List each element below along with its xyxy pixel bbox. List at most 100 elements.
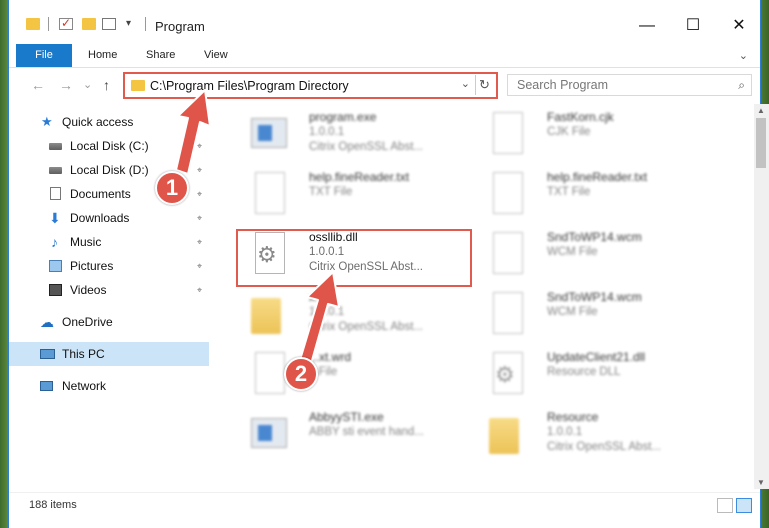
file-item[interactable]: ...xt.wrd ...File	[235, 346, 470, 404]
tab-home[interactable]: Home	[78, 44, 127, 67]
sidebar-item-onedrive[interactable]: ☁ OneDrive	[9, 310, 209, 334]
file-list: program.exe 1.0.0.1 Citrix OpenSSL Abst.…	[219, 104, 749, 489]
up-button[interactable]: ↑	[103, 77, 110, 93]
file-name: UpdateClient21.dll	[547, 350, 646, 364]
address-bar[interactable]: C:\Program Files\Program Directory ⌄ ↻	[123, 72, 498, 99]
new-folder-icon[interactable]	[82, 18, 96, 30]
sidebar-item-label: Pictures	[70, 259, 114, 273]
vertical-scrollbar[interactable]: ▲ ▼	[754, 104, 769, 489]
file-name: SndToWP14.wcm	[547, 230, 642, 244]
pin-icon: ⌖	[197, 141, 203, 151]
refresh-button[interactable]: ↻	[475, 75, 493, 95]
file-item[interactable]: SndToWP14.wcm WCM File	[473, 226, 708, 284]
folder-icon[interactable]	[26, 18, 40, 30]
file-name: SndToWP14.wcm	[547, 290, 642, 304]
status-bar: 188 items	[9, 492, 760, 520]
music-icon: ♪	[51, 234, 58, 250]
back-button[interactable]: ←	[31, 77, 45, 93]
sidebar-item-downloads[interactable]: ⬇ Downloads ⌖	[9, 206, 209, 230]
file-item[interactable]: Resource 1.0.0.1 Citrix OpenSSL Abst...	[473, 406, 708, 464]
separator	[48, 17, 49, 31]
sidebar-item-label: Music	[70, 235, 102, 249]
file-name: Resource	[547, 410, 599, 424]
file-description: Citrix OpenSSL Abst...	[547, 441, 661, 453]
tab-file[interactable]: File	[16, 44, 72, 67]
maximize-button[interactable]: ☐	[670, 12, 716, 40]
network-icon	[40, 381, 53, 391]
pin-icon: ⌖	[197, 237, 203, 247]
minimize-button[interactable]: —	[624, 12, 670, 40]
details-view-button[interactable]	[717, 498, 733, 513]
sidebar-item-this-pc[interactable]: This PC	[9, 342, 209, 366]
properties-icon[interactable]	[59, 16, 73, 30]
sidebar-item-videos[interactable]: Videos ⌖	[9, 278, 209, 302]
pin-icon: ⌖	[197, 285, 203, 295]
sidebar-item-label: Downloads	[70, 211, 130, 225]
dll-gear-icon: ⚙	[487, 352, 527, 398]
navigation-pane: ★ Quick access Local Disk (C:) ⌖ Local D…	[9, 104, 209, 489]
tab-view[interactable]: View	[194, 44, 238, 67]
sidebar-item-label: Local Disk (D:)	[70, 163, 149, 177]
file-item[interactable]: help.fineReader.txt TXT File	[473, 166, 708, 224]
file-type: TXT File	[547, 186, 591, 198]
file-type: CJK File	[547, 126, 591, 138]
application-icon	[249, 112, 289, 158]
sidebar-item-network[interactable]: Network	[9, 374, 209, 398]
sidebar-item-label: Network	[62, 379, 107, 393]
large-icons-view-button[interactable]	[736, 498, 752, 513]
tab-share[interactable]: Share	[136, 44, 185, 67]
pin-icon: ⌖	[197, 261, 203, 271]
file-name: program.exe	[309, 110, 377, 124]
scroll-down-icon[interactable]: ▼	[757, 478, 765, 487]
expand-ribbon-icon[interactable]: ⌄	[739, 49, 748, 62]
file-version: 1.0.0.1	[547, 426, 583, 438]
quick-access-dropdown-icon[interactable]: ▾	[126, 18, 131, 29]
computer-icon	[40, 349, 55, 359]
file-item[interactable]: SndToWP14.wcm WCM File	[473, 286, 708, 344]
file-item[interactable]: help.fineReader.txt TXT File	[235, 166, 470, 224]
sidebar-item-label: Local Disk (C:)	[70, 139, 149, 153]
ribbon-tabs: File Home Share View ⌄	[9, 40, 760, 68]
pin-icon: ⌖	[197, 213, 203, 223]
sidebar-item-label: This PC	[62, 347, 105, 361]
pictures-icon	[49, 260, 62, 272]
title-bar: ▾ Program — ☐ ✕	[9, 0, 760, 40]
sidebar-item-quick-access[interactable]: ★ Quick access	[9, 110, 209, 134]
sidebar-item-label: OneDrive	[62, 315, 113, 329]
application-icon	[249, 412, 289, 458]
pin-icon: ⌖	[197, 189, 203, 199]
file-type: WCM File	[547, 306, 598, 318]
file-item[interactable]: program.exe 1.0.0.1 Citrix OpenSSL Abst.…	[235, 106, 470, 164]
close-button[interactable]: ✕	[716, 12, 762, 40]
download-icon: ⬇	[49, 210, 61, 226]
sidebar-item-local-disk-c[interactable]: Local Disk (C:) ⌖	[9, 134, 209, 158]
navigation-bar: ← → ⌄ ↑ C:\Program Files\Program Directo…	[9, 68, 760, 102]
file-icon	[487, 232, 527, 278]
scroll-thumb[interactable]	[756, 118, 766, 168]
recent-locations-button[interactable]: ⌄	[83, 78, 92, 91]
forward-button[interactable]: →	[59, 77, 73, 93]
file-icon	[487, 112, 527, 158]
drive-icon	[49, 167, 62, 174]
scroll-up-icon[interactable]: ▲	[757, 106, 765, 115]
file-name: x64	[309, 290, 329, 304]
search-icon[interactable]: ⌕	[738, 78, 745, 93]
file-item[interactable]: FastKorn.cjk CJK File	[473, 106, 708, 164]
address-path[interactable]: C:\Program Files\Program Directory	[150, 79, 349, 93]
address-dropdown-icon[interactable]: ⌄	[461, 77, 470, 90]
file-item[interactable]: AbbyySTI.exe ABBY sti event hand...	[235, 406, 470, 464]
file-item[interactable]: x64 1.0.0.1 Citrix OpenSSL Abst...	[235, 286, 470, 344]
file-explorer-window: ▾ Program — ☐ ✕ File Home Share View ⌄ ←…	[8, 0, 769, 528]
videos-icon	[49, 284, 62, 296]
separator	[145, 17, 146, 31]
file-icon	[487, 292, 527, 338]
file-version: 1.0.0.1	[309, 126, 345, 138]
customize-icon[interactable]	[102, 18, 116, 30]
file-type: WCM File	[547, 246, 598, 258]
sidebar-item-music[interactable]: ♪ Music ⌖	[9, 230, 209, 254]
search-input[interactable]: Search Program ⌕	[507, 74, 752, 96]
file-item[interactable]: ⚙ UpdateClient21.dll Resource DLL	[473, 346, 708, 404]
file-icon	[487, 172, 527, 218]
sidebar-item-pictures[interactable]: Pictures ⌖	[9, 254, 209, 278]
file-icon	[249, 172, 289, 218]
